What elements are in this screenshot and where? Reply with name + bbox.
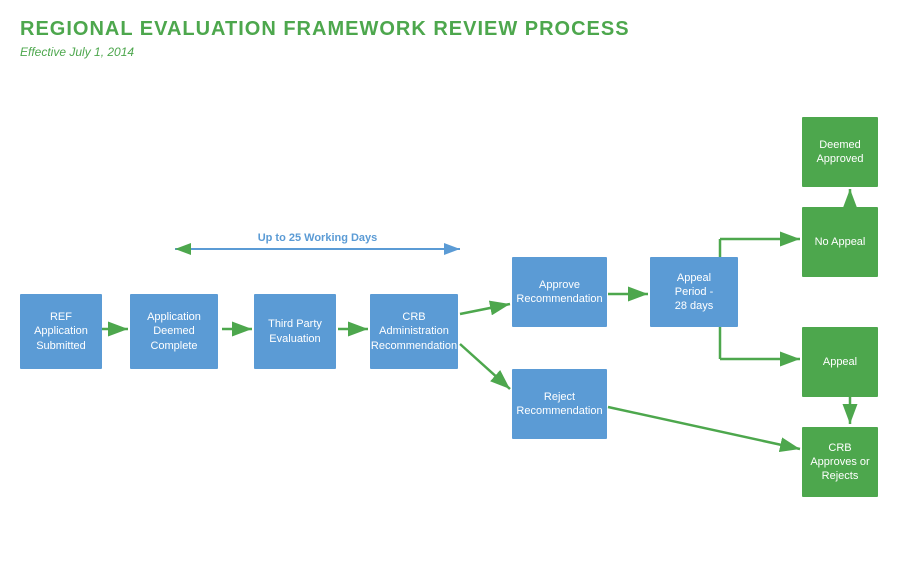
box-appeal: Appeal bbox=[802, 327, 878, 397]
box-appeal-period: Appeal Period - 28 days bbox=[650, 257, 738, 327]
page-title: REGIONAL EVALUATION FRAMEWORK REVIEW PRO… bbox=[20, 18, 880, 41]
box-crb-admin: CRB Administration Recommendation bbox=[370, 294, 458, 369]
diagram: REF Application Submitted Application De… bbox=[20, 89, 880, 549]
box-ref-application: REF Application Submitted bbox=[20, 294, 102, 369]
box-approve-rec: Approve Recommendation bbox=[512, 257, 607, 327]
box-third-party: Third Party Evaluation bbox=[254, 294, 336, 369]
page-subtitle: Effective July 1, 2014 bbox=[20, 45, 880, 59]
working-days-label: Up to 25 Working Days bbox=[175, 232, 460, 244]
box-no-appeal: No Appeal bbox=[802, 207, 878, 277]
box-deemed-approved: Deemed Approved bbox=[802, 117, 878, 187]
box-app-deemed: Application Deemed Complete bbox=[130, 294, 218, 369]
page: REGIONAL EVALUATION FRAMEWORK REVIEW PRO… bbox=[0, 0, 900, 580]
box-crb-approves: CRB Approves or Rejects bbox=[802, 427, 878, 497]
box-reject-rec: Reject Recommendation bbox=[512, 369, 607, 439]
